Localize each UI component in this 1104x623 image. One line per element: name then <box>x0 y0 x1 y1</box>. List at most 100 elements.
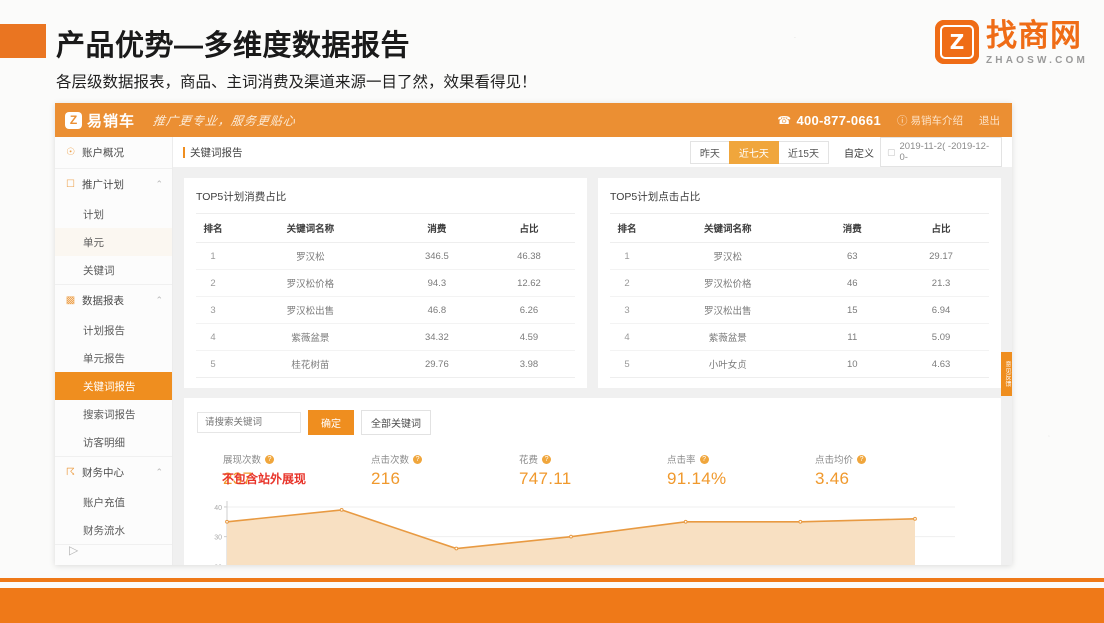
sidebar-item-visitor-detail[interactable]: 访客明细 <box>55 428 172 456</box>
zhaosw-logo-cn: 找商网 <box>986 20 1088 53</box>
zhaosw-logo-text: 找商网 ZHAOSW.COM <box>986 20 1088 66</box>
cell-ratio: 5.09 <box>893 324 989 351</box>
column-header-keyword: 关键词名称 <box>230 214 391 243</box>
sidebar-item-promotion-plan[interactable]: ☐ 推广计划 ⌃ <box>55 169 172 200</box>
intro-link[interactable]: ⓘ 易销车介绍 <box>897 113 963 128</box>
column-header-ratio: 占比 <box>893 214 989 243</box>
metric-label-text: 花费 <box>519 452 538 466</box>
date-button-last7days[interactable]: 近七天 <box>729 141 779 164</box>
date-button-last15days[interactable]: 近15天 <box>778 141 829 164</box>
question-circle-icon: ⓘ <box>897 113 908 128</box>
app-bar-right: ☎ 400-877-0661 ⓘ 易销车介绍 退出 <box>777 113 1000 128</box>
metric-cost: 花费 ? 747.11 <box>519 452 667 489</box>
cell-rank: 1 <box>196 243 230 270</box>
search-input[interactable] <box>197 412 301 433</box>
date-range-input[interactable]: ▢ 2019-11-2( -2019-12-0- <box>880 137 1002 167</box>
collapse-chevron-icon[interactable]: ▷ <box>69 543 78 557</box>
sidebar-item-plan-report[interactable]: 计划报告 <box>55 316 172 344</box>
metric-value: 91.14% <box>667 469 815 489</box>
cell-cost: 15 <box>812 297 894 324</box>
footer-bar <box>0 588 1104 623</box>
sidebar-item-unit[interactable]: 单元 <box>55 228 172 256</box>
logout-link[interactable]: 退出 <box>979 113 1000 128</box>
sidebar-item-finance-center[interactable]: ☈ 财务中心 ⌃ <box>55 457 172 488</box>
sidebar-item-plan[interactable]: 计划 <box>55 200 172 228</box>
cell-cost: 34.32 <box>391 324 483 351</box>
title-accent-block <box>0 24 46 58</box>
cell-rank: 4 <box>196 324 230 351</box>
info-icon[interactable]: ? <box>265 455 274 464</box>
intro-link-label: 易销车介绍 <box>911 113 964 128</box>
metric-ctr: 点击率 ? 91.14% <box>667 452 815 489</box>
card-top5-clicks: TOP5计划点击占比 排名 关键词名称 消费 占比 <box>598 178 1001 388</box>
info-icon[interactable]: ? <box>413 455 422 464</box>
cell-cost: 10 <box>812 351 894 378</box>
keyword-search-row: 确定 全部关键词 <box>197 410 988 435</box>
table-row: 2 罗汉松价格 46 21.3 <box>610 270 989 297</box>
cell-ratio: 12.62 <box>483 270 575 297</box>
feedback-tab[interactable]: 意见反馈 <box>1001 352 1012 396</box>
metric-value: 747.11 <box>519 469 667 489</box>
cell-rank: 5 <box>196 351 230 378</box>
info-icon[interactable]: ? <box>857 455 866 464</box>
cell-keyword: 小叶女贞 <box>644 351 812 378</box>
plan-icon: ☐ <box>64 179 77 190</box>
sidebar-group-account: ☉ 账户概况 <box>55 137 172 169</box>
sidebar-item-data-reports[interactable]: ▩ 数据报表 ⌃ <box>55 285 172 316</box>
metric-label-text: 点击次数 <box>371 452 409 466</box>
cell-keyword: 桂花树苗 <box>230 351 391 378</box>
breadcrumb-label: 关键词报告 <box>190 145 243 160</box>
info-icon[interactable]: ? <box>542 455 551 464</box>
page-subtitle: 各层级数据报表，商品、主词消费及渠道来源一目了然，效果看得见！ <box>56 70 537 92</box>
table-row: 5 桂花树苗 29.76 3.98 <box>196 351 575 378</box>
confirm-button[interactable]: 确定 <box>308 410 354 435</box>
cell-cost: 11 <box>812 324 894 351</box>
cell-ratio: 6.26 <box>483 297 575 324</box>
cell-rank: 4 <box>610 324 644 351</box>
column-header-rank: 排名 <box>610 214 644 243</box>
metrics-row: 展现次数 ? 237 点击次数 ? 216 花费 <box>197 452 988 489</box>
annotation-note: 不包含站外展现 <box>222 470 306 487</box>
zhaosw-logo-mark: Z <box>935 20 979 64</box>
zhaosw-logo-letter: Z <box>940 25 974 59</box>
cell-ratio: 6.94 <box>893 297 989 324</box>
cell-cost: 346.5 <box>391 243 483 270</box>
sidebar-item-search-term-report[interactable]: 搜索词报告 <box>55 400 172 428</box>
zhaosw-logo-en: ZHAOSW.COM <box>986 55 1088 66</box>
column-header-ratio: 占比 <box>483 214 575 243</box>
chart-icon: ▩ <box>64 295 77 306</box>
cell-rank: 5 <box>610 351 644 378</box>
card-title: TOP5计划点击占比 <box>610 189 989 204</box>
sidebar-item-account-overview[interactable]: ☉ 账户概况 <box>55 137 172 168</box>
sidebar-item-finance-records[interactable]: 财务流水 <box>55 516 172 544</box>
calendar-icon: ▢ <box>887 147 896 158</box>
sidebar-item-keyword[interactable]: 关键词 <box>55 256 172 284</box>
svg-text:30: 30 <box>214 535 222 542</box>
cell-rank: 3 <box>610 297 644 324</box>
sidebar: ☉ 账户概况 ☐ 推广计划 ⌃ 计划 单元 关键词 ▩ 数据报表 ⌃ <box>55 137 173 565</box>
date-button-custom[interactable]: 自定义 <box>835 142 880 163</box>
account-icon: ☉ <box>64 147 77 158</box>
sidebar-group-promotion: ☐ 推广计划 ⌃ 计划 单元 关键词 <box>55 169 172 285</box>
table-row: 1 罗汉松 346.5 46.38 <box>196 243 575 270</box>
zhaosw-logo: Z 找商网 ZHAOSW.COM <box>935 20 1088 66</box>
sidebar-item-unit-report[interactable]: 单元报告 <box>55 344 172 372</box>
yixiaoche-logo[interactable]: Z 易销车 <box>65 110 135 131</box>
sidebar-item-keyword-report[interactable]: 关键词报告 <box>55 372 172 400</box>
footer-accent-line <box>0 578 1104 582</box>
date-button-yesterday[interactable]: 昨天 <box>690 141 730 164</box>
cell-keyword: 罗汉松出售 <box>230 297 391 324</box>
cell-ratio: 21.3 <box>893 270 989 297</box>
metric-label-text: 展现次数 <box>223 452 261 466</box>
sidebar-item-label: 推广计划 <box>82 177 124 192</box>
main-content: 关键词报告 昨天 近七天 近15天 自定义 ▢ 2019-11-2( -2019… <box>173 137 1012 565</box>
all-keywords-button[interactable]: 全部关键词 <box>361 410 431 435</box>
cell-rank: 3 <box>196 297 230 324</box>
info-icon[interactable]: ? <box>700 455 709 464</box>
cell-cost: 63 <box>812 243 894 270</box>
sidebar-item-account-recharge[interactable]: 账户充值 <box>55 488 172 516</box>
table-row: 2 罗汉松价格 94.3 12.62 <box>196 270 575 297</box>
cell-rank: 1 <box>610 243 644 270</box>
breadcrumb-accent <box>183 147 185 158</box>
cell-keyword: 罗汉松出售 <box>644 297 812 324</box>
